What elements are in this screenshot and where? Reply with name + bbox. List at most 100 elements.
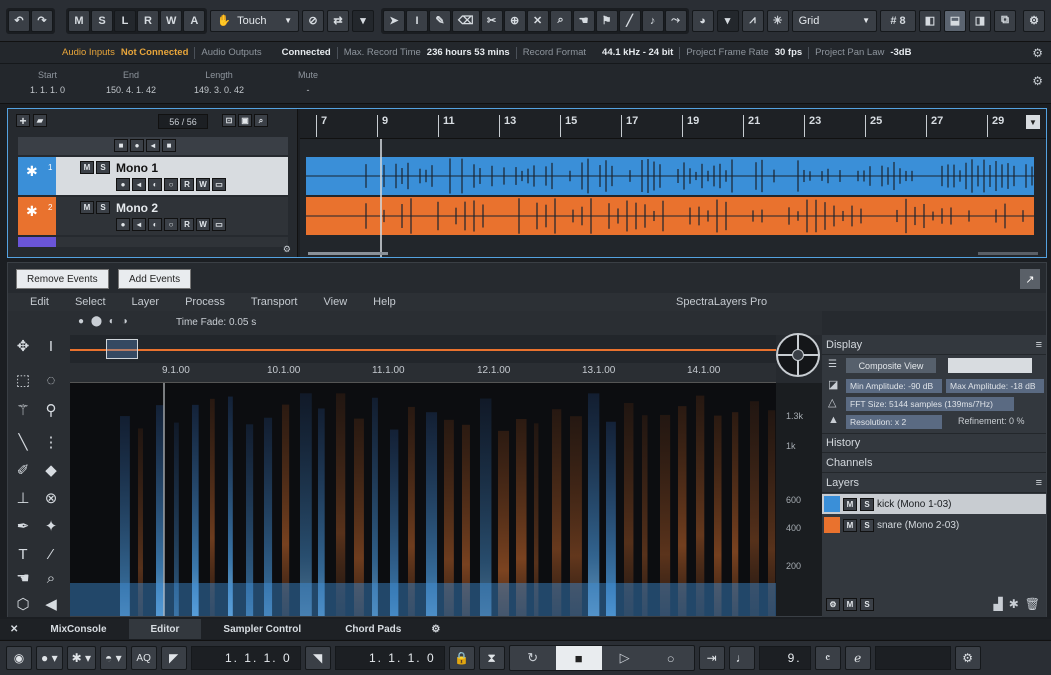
layer-name[interactable]: kick (Mono 1-03) xyxy=(877,499,951,510)
mute-mode-button[interactable]: M xyxy=(68,9,90,32)
horizontal-scrollbar[interactable] xyxy=(308,252,388,255)
warp-icon[interactable]: ⤳ xyxy=(664,9,687,32)
left-locator-icon[interactable]: ◤ xyxy=(160,646,187,670)
close-icon[interactable]: ✕ xyxy=(0,624,28,635)
eraser-icon[interactable]: ◆ xyxy=(40,459,62,481)
auto-quantize-button[interactable]: AQ xyxy=(130,646,157,670)
left-locator-field[interactable]: 1. 1. 1. 0 xyxy=(190,646,301,670)
lock-icon[interactable]: ⊡ xyxy=(222,114,236,127)
lasso-icon[interactable]: ◌ xyxy=(40,369,62,391)
trash-icon[interactable]: 🗑 xyxy=(1025,597,1040,611)
pan-law-label[interactable]: Project Pan Law xyxy=(815,47,884,58)
gear-icon[interactable]: ⚙ xyxy=(1032,74,1043,88)
ruler-options-icon[interactable]: ▼ xyxy=(1026,115,1040,129)
automation-mode-select[interactable]: ✋ Touch ▼ xyxy=(210,9,299,32)
track-row-mono-2[interactable]: ✱ 2 M S Mono 2 ● ◂ ◐ ○ R W ▭ xyxy=(18,197,288,235)
tab-sampler-control[interactable]: Sampler Control xyxy=(201,619,323,639)
gear-icon[interactable]: ⚙ xyxy=(954,646,981,670)
color-scheme-select[interactable] xyxy=(948,358,1032,373)
add-track-icon[interactable]: + xyxy=(16,114,30,128)
merge-layer-icon[interactable]: ✱ xyxy=(1009,597,1019,611)
track-name[interactable]: Mono 2 xyxy=(116,201,158,215)
menu-layer[interactable]: Layer xyxy=(119,296,173,308)
lower-zone-icon[interactable]: ⬓ xyxy=(944,9,966,32)
audio-inputs-label[interactable]: Audio Inputs xyxy=(62,47,115,58)
resolution-slider[interactable]: Resolution: x 2 xyxy=(846,415,942,429)
undo-icon[interactable]: ↶ xyxy=(8,9,30,32)
tab-chord-pads[interactable]: Chord Pads xyxy=(323,619,423,639)
cycle-icon[interactable]: ↻ xyxy=(510,646,556,670)
snap-icon[interactable]: ⩘ xyxy=(741,9,764,32)
lanes-icon[interactable]: ▭ xyxy=(212,178,226,191)
fill-icon[interactable]: ✦ xyxy=(40,515,62,537)
mute-all-icon[interactable]: M xyxy=(843,598,857,611)
follow-icon[interactable]: ⇥ xyxy=(698,646,725,670)
dropdown-icon[interactable]: ▾ xyxy=(352,9,374,32)
paint-icon[interactable]: ✐ xyxy=(12,459,34,481)
range-select-icon[interactable]: I xyxy=(406,9,428,32)
rectangle-select-icon[interactable]: ⬚ xyxy=(12,369,34,391)
add-events-button[interactable]: Add Events xyxy=(118,269,192,289)
overview-view-window[interactable] xyxy=(106,339,138,359)
frame-rate-value[interactable]: 30 fps xyxy=(775,47,802,58)
layer-settings-icon[interactable]: ⚙ xyxy=(826,598,840,611)
wand-icon[interactable]: ⚚ xyxy=(12,399,34,421)
quantize-button[interactable]: # 8 xyxy=(880,9,916,32)
grid-type-select[interactable]: Grid ▼ xyxy=(791,9,877,32)
search-icon[interactable]: ⌕ xyxy=(254,114,268,127)
timebase-icon[interactable]: ◐ xyxy=(148,218,162,231)
line-icon[interactable]: ╱ xyxy=(618,9,641,32)
mute-value[interactable]: - xyxy=(298,85,318,95)
project-cursor[interactable] xyxy=(380,139,382,257)
view-icon[interactable]: ▣ xyxy=(238,114,252,127)
frequency-ruler[interactable]: 1.3k 1k 600 400 200 xyxy=(776,383,822,616)
write-icon[interactable]: W xyxy=(196,178,210,191)
spectrogram-display[interactable] xyxy=(70,383,776,616)
track-name[interactable]: Mono 1 xyxy=(116,161,158,175)
audio-event-mono-1[interactable] xyxy=(306,157,1034,195)
fft-size-slider[interactable]: FFT Size: 5144 samples (139ms/7Hz) xyxy=(846,397,1014,411)
object-select-icon[interactable]: ➤ xyxy=(383,9,405,32)
write-icon[interactable]: W xyxy=(196,218,210,231)
suspend-automation-icon[interactable]: ⊘ xyxy=(302,9,324,32)
layer-row-kick[interactable]: M S kick (Mono 1-03) xyxy=(822,494,1046,514)
zoom-icon[interactable]: ⌕ xyxy=(40,567,62,589)
automation-mode-button[interactable]: A xyxy=(183,9,206,32)
frequency-select-icon[interactable]: ⚲ xyxy=(40,399,62,421)
track-row-partial[interactable] xyxy=(18,237,288,247)
menu-transport[interactable]: Transport xyxy=(238,296,311,308)
pan-law-value[interactable]: -3dB xyxy=(890,47,911,58)
record-mode-icon[interactable]: ● ▾ xyxy=(36,646,63,670)
stop-icon[interactable]: ■ xyxy=(555,646,602,670)
menu-edit[interactable]: Edit xyxy=(8,296,62,308)
autoscroll-icon[interactable]: ⇄ xyxy=(327,9,349,32)
track-row-mono-1[interactable]: ✱ 1 M S Mono 1 ● ◂ ◐ ○ R W ▭ xyxy=(18,157,288,195)
speaker-icon[interactable]: ◀ xyxy=(40,593,62,615)
start-field[interactable]: Start 1. 1. 1. 0 xyxy=(30,70,65,95)
right-locator-icon[interactable]: ◥ xyxy=(304,646,331,670)
new-layer-icon[interactable]: ▟ xyxy=(993,597,1002,611)
time-select-icon[interactable]: I xyxy=(40,335,62,357)
bar-ruler[interactable]: 7 9 11 13 15 17 19 21 23 25 27 29 xyxy=(300,109,1046,139)
glue-icon[interactable]: ⊕ xyxy=(503,9,526,32)
pen-icon[interactable]: ✒ xyxy=(12,515,34,537)
global-record-icon[interactable]: ● xyxy=(130,139,144,152)
mute-button[interactable]: M xyxy=(80,201,94,214)
play-icon[interactable]: ▷ xyxy=(602,646,648,670)
window-layout-icon[interactable]: ⧉ xyxy=(994,9,1016,32)
length-field[interactable]: Length 149. 3. 0. 42 xyxy=(194,70,244,95)
global-mute-icon[interactable]: ■ xyxy=(114,139,128,152)
solo-button[interactable]: S xyxy=(96,201,110,214)
lock-icon[interactable]: ○ xyxy=(164,218,178,231)
read-icon[interactable]: R xyxy=(180,178,194,191)
read-mode-button[interactable]: R xyxy=(137,9,159,32)
layer-solo-icon[interactable]: S xyxy=(860,497,874,511)
end-value[interactable]: 150. 4. 1. 42 xyxy=(106,85,156,95)
time-ruler[interactable]: 9.1.00 10.1.00 11.1.00 12.1.00 13.1.00 14.1.0… xyxy=(70,363,776,383)
hand-icon[interactable]: ☚ xyxy=(572,9,595,32)
punch-icon[interactable]: ✱ ▾ xyxy=(66,646,97,670)
play-tool-icon[interactable]: ♪ xyxy=(641,9,664,32)
stamp-icon[interactable]: ⊥ xyxy=(12,487,34,509)
color-dropdown-icon[interactable]: ▾ xyxy=(716,9,739,32)
write-mode-button[interactable]: W xyxy=(160,9,183,32)
